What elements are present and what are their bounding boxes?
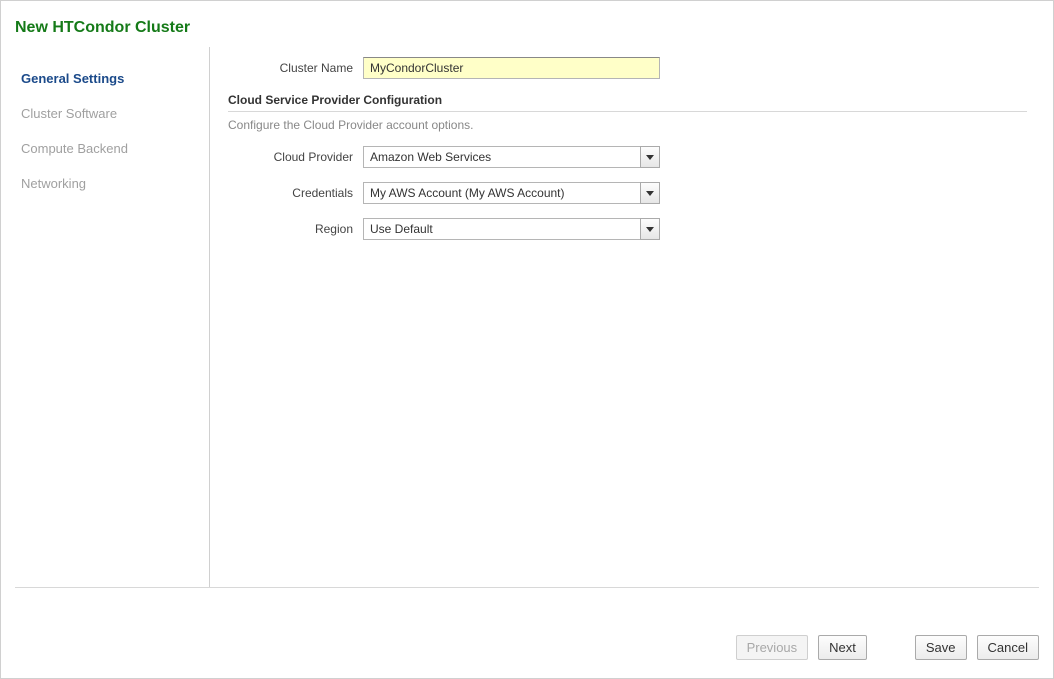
wizard-content: Cluster Name Cloud Service Provider Conf… xyxy=(210,47,1039,587)
cancel-button[interactable]: Cancel xyxy=(977,635,1039,660)
credentials-label: Credentials xyxy=(228,186,363,200)
region-label: Region xyxy=(228,222,363,236)
row-credentials: Credentials My AWS Account (My AWS Accou… xyxy=(228,182,1027,204)
credentials-value: My AWS Account (My AWS Account) xyxy=(363,182,640,204)
caret-down-icon xyxy=(646,155,654,160)
row-cloud-provider: Cloud Provider Amazon Web Services xyxy=(228,146,1027,168)
footer-separator xyxy=(15,587,1039,588)
caret-down-icon xyxy=(646,191,654,196)
step-networking[interactable]: Networking xyxy=(15,166,209,201)
wizard-steps-sidebar: General Settings Cluster Software Comput… xyxy=(15,47,210,587)
cloud-provider-dropdown-button[interactable] xyxy=(640,146,660,168)
row-region: Region Use Default xyxy=(228,218,1027,240)
next-button[interactable]: Next xyxy=(818,635,867,660)
wizard-footer: Previous Next Save Cancel xyxy=(736,635,1039,660)
page-title: New HTCondor Cluster xyxy=(1,1,1053,47)
step-label: General Settings xyxy=(21,71,124,86)
step-label: Cluster Software xyxy=(21,106,117,121)
row-cluster-name: Cluster Name xyxy=(228,57,1027,79)
credentials-dropdown-button[interactable] xyxy=(640,182,660,204)
cloud-provider-value: Amazon Web Services xyxy=(363,146,640,168)
wizard-body: General Settings Cluster Software Comput… xyxy=(1,47,1053,587)
cloud-provider-label: Cloud Provider xyxy=(228,150,363,164)
section-desc-cloud-config: Configure the Cloud Provider account opt… xyxy=(228,118,1027,132)
cluster-name-label: Cluster Name xyxy=(228,61,363,75)
previous-button: Previous xyxy=(736,635,809,660)
caret-down-icon xyxy=(646,227,654,232)
credentials-select[interactable]: My AWS Account (My AWS Account) xyxy=(363,182,660,204)
cloud-provider-select[interactable]: Amazon Web Services xyxy=(363,146,660,168)
region-dropdown-button[interactable] xyxy=(640,218,660,240)
step-cluster-software[interactable]: Cluster Software xyxy=(15,96,209,131)
region-value: Use Default xyxy=(363,218,640,240)
step-compute-backend[interactable]: Compute Backend xyxy=(15,131,209,166)
cluster-name-input[interactable] xyxy=(363,57,660,79)
step-general-settings[interactable]: General Settings xyxy=(15,61,209,96)
save-button[interactable]: Save xyxy=(915,635,967,660)
section-header-cloud-config: Cloud Service Provider Configuration xyxy=(228,93,1027,112)
step-label: Networking xyxy=(21,176,86,191)
wizard-panel: New HTCondor Cluster General Settings Cl… xyxy=(0,0,1054,679)
region-select[interactable]: Use Default xyxy=(363,218,660,240)
step-label: Compute Backend xyxy=(21,141,128,156)
